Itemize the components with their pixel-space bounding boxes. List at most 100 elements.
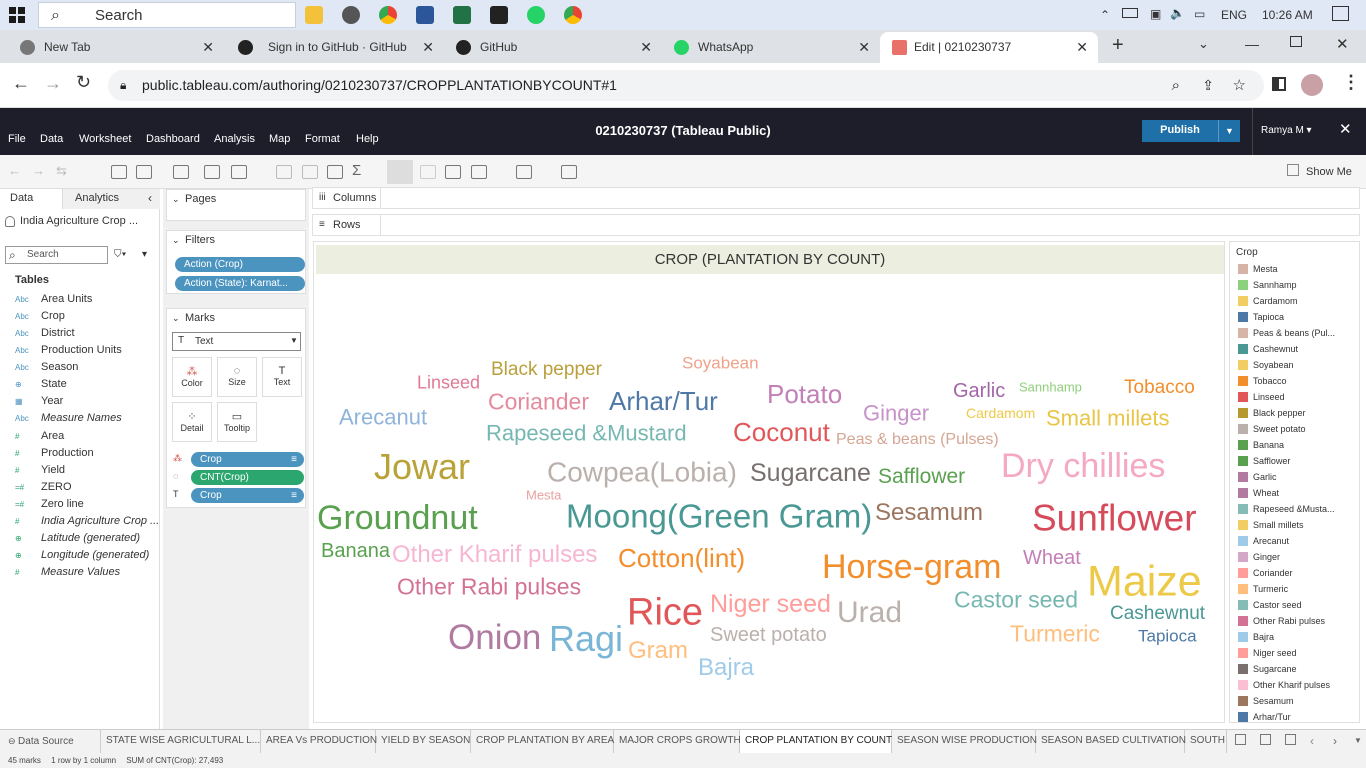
- word-garlic[interactable]: Garlic: [953, 380, 1005, 402]
- tooltip-button[interactable]: ▭ Tooltip: [217, 402, 257, 442]
- chevron-up-icon[interactable]: ⌃: [1100, 8, 1110, 22]
- share-icon[interactable]: ⇪: [1202, 70, 1214, 101]
- field-item[interactable]: Abc Production Units: [0, 342, 160, 359]
- undo-icon[interactable]: ←: [8, 163, 21, 178]
- word-dry-chillies[interactable]: Dry chillies: [1001, 447, 1165, 485]
- word-coriander[interactable]: Coriander: [488, 388, 589, 414]
- sheet-tab[interactable]: MAJOR CROPS GROWTH: [614, 730, 741, 754]
- word-groundnut[interactable]: Groundnut: [317, 499, 478, 537]
- word-black-pepper[interactable]: Black pepper: [491, 359, 603, 380]
- new-story-icon[interactable]: [1285, 734, 1296, 745]
- collapse-icon[interactable]: ⌄: [172, 313, 180, 324]
- collapse-icon[interactable]: ⌄: [172, 194, 180, 205]
- word-peas-beans-pulses-[interactable]: Peas & beans (Pulses): [836, 431, 999, 448]
- minimize-icon[interactable]: —: [1245, 36, 1259, 52]
- chevron-down-icon[interactable]: ▾: [142, 249, 147, 260]
- color-button[interactable]: ⁂ Color: [172, 357, 212, 397]
- word-sannhamp[interactable]: Sannhamp: [1019, 379, 1082, 394]
- word-castor-seed[interactable]: Castor seed: [954, 586, 1078, 612]
- field-search-input[interactable]: ⌕ Search: [5, 246, 108, 264]
- swap-rows-cols-icon[interactable]: [302, 165, 318, 179]
- new-tab-icon[interactable]: +: [1112, 34, 1124, 57]
- legend-item[interactable]: Black pepper: [1237, 407, 1359, 419]
- field-item[interactable]: ⊕ Latitude (generated): [0, 530, 160, 547]
- word-cowpea-lobia-[interactable]: Cowpea(Lobia): [547, 456, 737, 487]
- legend-item[interactable]: Ginger: [1237, 551, 1359, 563]
- display-icon[interactable]: ▭: [1194, 7, 1205, 21]
- network-icon[interactable]: ▣: [1150, 7, 1161, 21]
- legend-item[interactable]: Coriander: [1237, 567, 1359, 579]
- filter-icon[interactable]: ⛉▾: [114, 249, 126, 260]
- field-item[interactable]: Abc Season: [0, 359, 160, 376]
- browser-tab-tableau-edit[interactable]: Edit | 0210230737 ✕: [880, 32, 1098, 63]
- legend-item[interactable]: Safflower: [1237, 455, 1359, 467]
- chrome-profile-icon[interactable]: [564, 6, 582, 24]
- legend-item[interactable]: Peas & beans (Pul...: [1237, 327, 1359, 339]
- browser-tab-github[interactable]: GitHub ✕: [444, 32, 662, 63]
- legend-item[interactable]: Other Rabi pulses: [1237, 615, 1359, 627]
- reload-icon[interactable]: ↻: [76, 72, 91, 93]
- word-tobacco[interactable]: Tobacco: [1124, 377, 1195, 398]
- field-item[interactable]: Abc District: [0, 325, 160, 342]
- rows-shelf[interactable]: ≡ Rows: [312, 214, 1360, 236]
- format-icon[interactable]: [445, 165, 461, 179]
- new-datasource-icon[interactable]: [111, 165, 127, 179]
- word-sugarcane[interactable]: Sugarcane: [750, 459, 871, 487]
- word-cashewnut[interactable]: Cashewnut: [1110, 603, 1206, 624]
- sheet-tab[interactable]: YIELD BY SEASON: [376, 730, 471, 754]
- browser-tab-whatsapp[interactable]: WhatsApp ✕: [662, 32, 880, 63]
- highlight-icon[interactable]: [387, 160, 413, 184]
- close-tab-icon[interactable]: ✕: [1076, 32, 1088, 62]
- datasource-name[interactable]: India Agriculture Crop ...: [20, 215, 138, 227]
- word-rice[interactable]: Rice: [627, 591, 703, 633]
- word-sesamum[interactable]: Sesamum: [875, 499, 983, 526]
- sheet-tab[interactable]: CROP PLANTATION BY COUNT: [740, 730, 892, 754]
- field-item[interactable]: Abc Crop: [0, 308, 160, 325]
- restore-icon[interactable]: [1290, 36, 1302, 47]
- filters-card[interactable]: ⌄ Filters Action (Crop) Action (State): …: [166, 230, 306, 294]
- word-safflower[interactable]: Safflower: [878, 465, 965, 488]
- field-item[interactable]: =# Zero line: [0, 496, 160, 513]
- labels-icon[interactable]: [420, 165, 436, 179]
- close-tab-icon[interactable]: ✕: [858, 32, 870, 62]
- publish-dropdown-icon[interactable]: ▼: [1218, 120, 1240, 142]
- legend-item[interactable]: Other Kharif pulses: [1237, 679, 1359, 691]
- show-me-button[interactable]: Show Me: [1306, 166, 1352, 178]
- word-linseed[interactable]: Linseed: [417, 372, 480, 392]
- sheet-tab[interactable]: SEASON WISE PRODUCTION: [892, 730, 1037, 754]
- field-item[interactable]: =# ZERO: [0, 479, 160, 496]
- word-potato[interactable]: Potato: [767, 379, 842, 409]
- word-onion[interactable]: Onion: [448, 618, 541, 657]
- close-tab-icon[interactable]: ✕: [202, 32, 214, 62]
- legend-item[interactable]: Small millets: [1237, 519, 1359, 531]
- legend-item[interactable]: Mesta: [1237, 263, 1359, 275]
- new-worksheet-icon[interactable]: [1235, 734, 1246, 745]
- word-arecanut[interactable]: Arecanut: [339, 405, 427, 430]
- field-item[interactable]: ⊕ Longitude (generated): [0, 547, 160, 564]
- sheet-tab[interactable]: SOUTH: [1185, 730, 1227, 754]
- legend-item[interactable]: Cashewnut: [1237, 343, 1359, 355]
- worksheet-view[interactable]: CROP (PLANTATION BY COUNT) Black pepper S…: [313, 241, 1225, 723]
- close-tab-icon[interactable]: ✕: [422, 32, 434, 62]
- taskbar-search-input[interactable]: ⌕ Search: [38, 2, 296, 28]
- legend-item[interactable]: Soyabean: [1237, 359, 1359, 371]
- store-icon[interactable]: [490, 6, 508, 24]
- word-arhar-tur[interactable]: Arhar/Tur: [609, 386, 718, 416]
- text-button[interactable]: T Text: [262, 357, 302, 397]
- field-item[interactable]: ▦ Year: [0, 393, 160, 410]
- word-icon[interactable]: [416, 6, 434, 24]
- duplicate-sheet-icon[interactable]: [204, 165, 220, 179]
- word-jowar[interactable]: Jowar: [374, 446, 470, 487]
- marks-pill-crop-color[interactable]: Crop ≡: [191, 452, 304, 467]
- close-tab-icon[interactable]: ✕: [640, 32, 652, 62]
- legend-item[interactable]: Wheat: [1237, 487, 1359, 499]
- legend-item[interactable]: Sugarcane: [1237, 663, 1359, 675]
- whatsapp-icon[interactable]: [527, 6, 545, 24]
- marks-card[interactable]: ⌄ Marks T Text ▼ ⁂ Color ◌ Size T Text ⁘ Det…: [166, 308, 306, 508]
- filter-pill-action-crop[interactable]: Action (Crop): [175, 257, 305, 272]
- zoom-icon[interactable]: ⌕: [1172, 70, 1180, 101]
- sheet-tab[interactable]: SEASON BASED CULTIVATION: [1036, 730, 1186, 754]
- browser-tab-github-signin[interactable]: Sign in to GitHub · GitHub ✕: [224, 32, 444, 63]
- word-maize[interactable]: Maize: [1087, 557, 1202, 605]
- legend-item[interactable]: Sannhamp: [1237, 279, 1359, 291]
